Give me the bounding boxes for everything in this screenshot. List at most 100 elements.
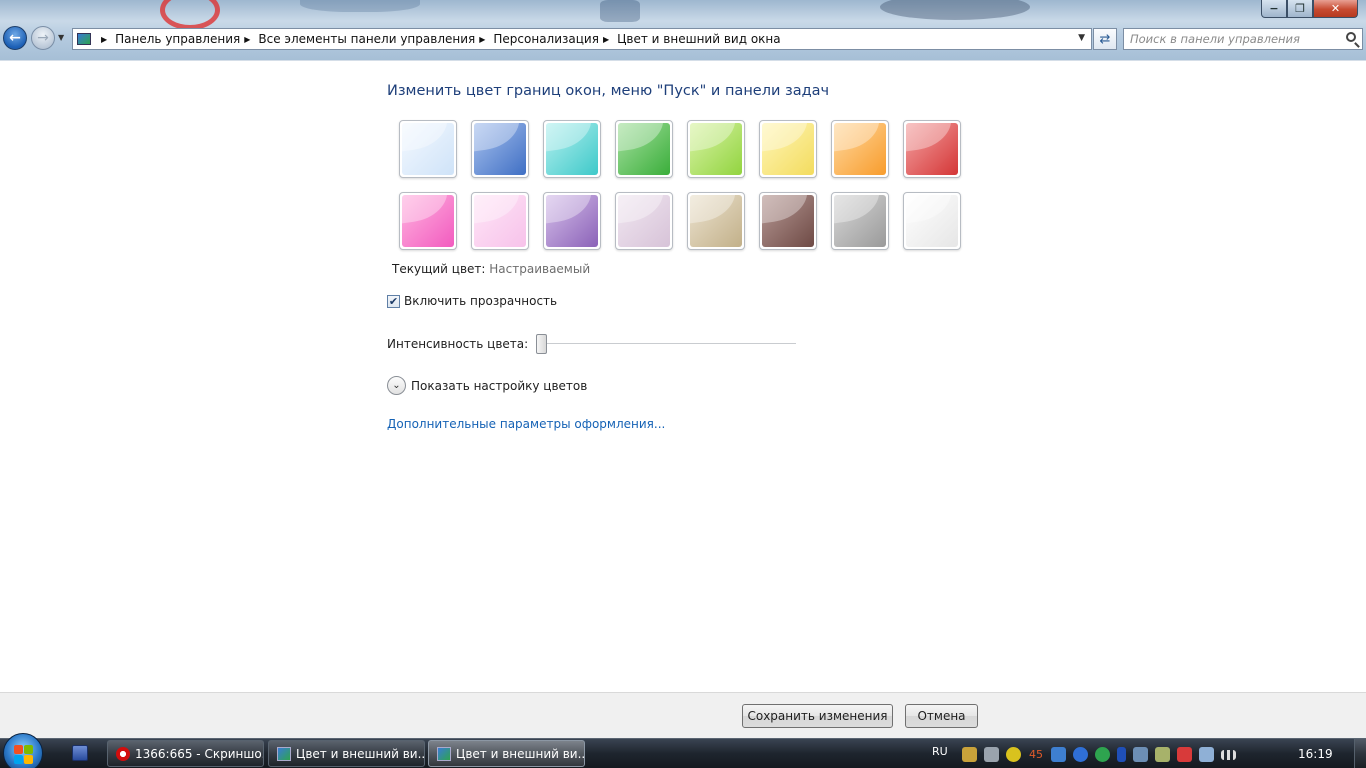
control-panel-icon bbox=[277, 746, 291, 761]
color-swatch-fill bbox=[690, 123, 742, 175]
antivirus-icon[interactable] bbox=[1177, 747, 1192, 762]
address-history-dropdown[interactable]: ▼ bbox=[1078, 33, 1085, 43]
current-color-label: Текущий цвет: bbox=[392, 262, 486, 276]
minimize-button[interactable]: − bbox=[1261, 0, 1287, 18]
show-color-mixer-label[interactable]: Показать настройку цветов bbox=[411, 379, 587, 393]
quick-launch-icon[interactable] bbox=[72, 745, 88, 761]
clock[interactable]: 16:19 bbox=[1298, 747, 1333, 761]
color-swatch[interactable] bbox=[759, 120, 817, 178]
taskbar-item-active[interactable]: Цвет и внешний ви... bbox=[428, 740, 585, 767]
color-swatch-fill bbox=[402, 195, 454, 247]
show-color-mixer[interactable]: ⌄ Показать настройку цветов bbox=[387, 376, 587, 395]
search-box[interactable] bbox=[1123, 28, 1363, 50]
color-swatch-fill bbox=[690, 195, 742, 247]
signal-icon[interactable] bbox=[1221, 749, 1236, 760]
color-swatch[interactable] bbox=[543, 120, 601, 178]
address-bar[interactable]: ▶ Панель управления ▶ Все элементы панели … bbox=[72, 28, 1092, 50]
color-swatch[interactable] bbox=[687, 192, 745, 250]
main-content: Изменить цвет границ окон, меню "Пуск" и… bbox=[0, 60, 1366, 692]
media-player-icon[interactable] bbox=[1006, 747, 1021, 762]
color-swatch[interactable] bbox=[399, 192, 457, 250]
tray-counter[interactable]: 45 bbox=[1028, 748, 1044, 761]
current-color: Текущий цвет: Настраиваемый bbox=[392, 262, 590, 276]
taskbar-item-label: Цвет и внешний ви... bbox=[296, 746, 425, 761]
back-button[interactable]: ← bbox=[3, 26, 27, 50]
network-icon[interactable] bbox=[1199, 747, 1214, 762]
utorrent-icon[interactable] bbox=[1095, 747, 1110, 762]
color-swatch[interactable] bbox=[831, 120, 889, 178]
save-button[interactable]: Сохранить изменения bbox=[742, 704, 893, 728]
refresh-button[interactable]: ⇄ bbox=[1093, 28, 1117, 50]
control-panel-icon bbox=[77, 33, 91, 45]
transparency-label[interactable]: Включить прозрачность bbox=[404, 294, 557, 308]
color-swatch-fill bbox=[906, 195, 958, 247]
slider-thumb[interactable] bbox=[536, 334, 548, 354]
arrow-right-icon: → bbox=[37, 30, 49, 46]
close-button[interactable]: ✕ bbox=[1313, 0, 1358, 18]
tray-app-icon[interactable] bbox=[1073, 747, 1088, 762]
color-swatch-fill bbox=[618, 123, 670, 175]
tray-app-icon[interactable] bbox=[984, 747, 999, 762]
tray-app-icon[interactable] bbox=[1133, 747, 1148, 762]
color-swatch[interactable] bbox=[831, 192, 889, 250]
search-input[interactable] bbox=[1130, 30, 1340, 48]
dialog-footer: Сохранить изменения Отмена bbox=[0, 692, 1366, 738]
transparency-checkbox[interactable]: ✔ bbox=[387, 294, 400, 308]
color-swatch[interactable] bbox=[759, 192, 817, 250]
tray-app-icon[interactable] bbox=[1051, 747, 1066, 762]
arrow-left-icon: ← bbox=[9, 30, 21, 46]
cancel-button[interactable]: Отмена bbox=[905, 704, 978, 728]
taskbar-item-label: Цвет и внешний ви... bbox=[456, 746, 585, 761]
chevron-right-icon: ▶ bbox=[244, 34, 251, 44]
language-indicator[interactable]: RU bbox=[932, 745, 948, 758]
advanced-appearance-link[interactable]: Дополнительные параметры оформления... bbox=[387, 417, 665, 431]
windows-logo-icon bbox=[24, 745, 33, 754]
intensity-slider[interactable] bbox=[536, 334, 797, 354]
color-swatch-grid bbox=[399, 120, 961, 250]
taskbar-item[interactable]: 1366:665 - Скриншо... bbox=[107, 740, 264, 767]
color-swatch[interactable] bbox=[687, 120, 745, 178]
breadcrumb-item[interactable]: ▶ Цвет и внешний вид окна bbox=[599, 32, 781, 46]
wallpaper-decoration bbox=[880, 0, 1030, 20]
chevron-right-icon: ▶ bbox=[101, 34, 108, 44]
color-swatch-fill bbox=[834, 195, 886, 247]
refresh-icon: ⇄ bbox=[1099, 31, 1111, 47]
slider-track[interactable] bbox=[536, 343, 797, 345]
bluetooth-icon[interactable] bbox=[1117, 747, 1126, 762]
breadcrumb-item[interactable]: ▶ Все элементы панели управления bbox=[240, 32, 475, 46]
windows-logo-icon bbox=[14, 745, 23, 754]
breadcrumb-item[interactable]: ▶ Персонализация bbox=[475, 32, 599, 46]
show-desktop-button[interactable] bbox=[1354, 739, 1366, 768]
color-swatch[interactable] bbox=[903, 192, 961, 250]
color-swatch-fill bbox=[762, 123, 814, 175]
color-swatch[interactable] bbox=[615, 192, 673, 250]
recent-pages-dropdown[interactable]: ▼ bbox=[58, 33, 64, 42]
control-panel-icon bbox=[437, 746, 451, 761]
taskbar: 1366:665 - Скриншо... Цвет и внешний ви.… bbox=[0, 733, 1366, 768]
start-button[interactable] bbox=[3, 733, 43, 768]
tray-app-icon[interactable] bbox=[1155, 747, 1170, 762]
color-swatch[interactable] bbox=[471, 192, 529, 250]
color-swatch[interactable] bbox=[903, 120, 961, 178]
color-swatch-fill bbox=[762, 195, 814, 247]
color-swatch-fill bbox=[402, 123, 454, 175]
maximize-button[interactable]: ❐ bbox=[1287, 0, 1313, 18]
chevron-down-icon[interactable]: ⌄ bbox=[387, 376, 406, 395]
window-controls: − ❐ ✕ bbox=[1261, 0, 1358, 18]
color-swatch[interactable] bbox=[471, 120, 529, 178]
search-icon[interactable] bbox=[1346, 32, 1356, 42]
color-swatch[interactable] bbox=[615, 120, 673, 178]
transparency-option[interactable]: ✔ Включить прозрачность bbox=[387, 294, 557, 308]
wallpaper-decoration bbox=[300, 0, 420, 12]
breadcrumb-item[interactable]: ▶ Панель управления bbox=[97, 32, 240, 46]
opera-icon bbox=[116, 746, 130, 761]
breadcrumb-label: Персонализация bbox=[493, 32, 599, 46]
color-swatch[interactable] bbox=[399, 120, 457, 178]
color-swatch[interactable] bbox=[543, 192, 601, 250]
wallpaper-decoration bbox=[160, 0, 220, 30]
taskbar-item[interactable]: Цвет и внешний ви... bbox=[268, 740, 425, 767]
chevron-right-icon: ▶ bbox=[479, 34, 486, 44]
forward-button[interactable]: → bbox=[31, 26, 55, 50]
tray-app-icon[interactable] bbox=[962, 747, 977, 762]
color-swatch-fill bbox=[474, 123, 526, 175]
